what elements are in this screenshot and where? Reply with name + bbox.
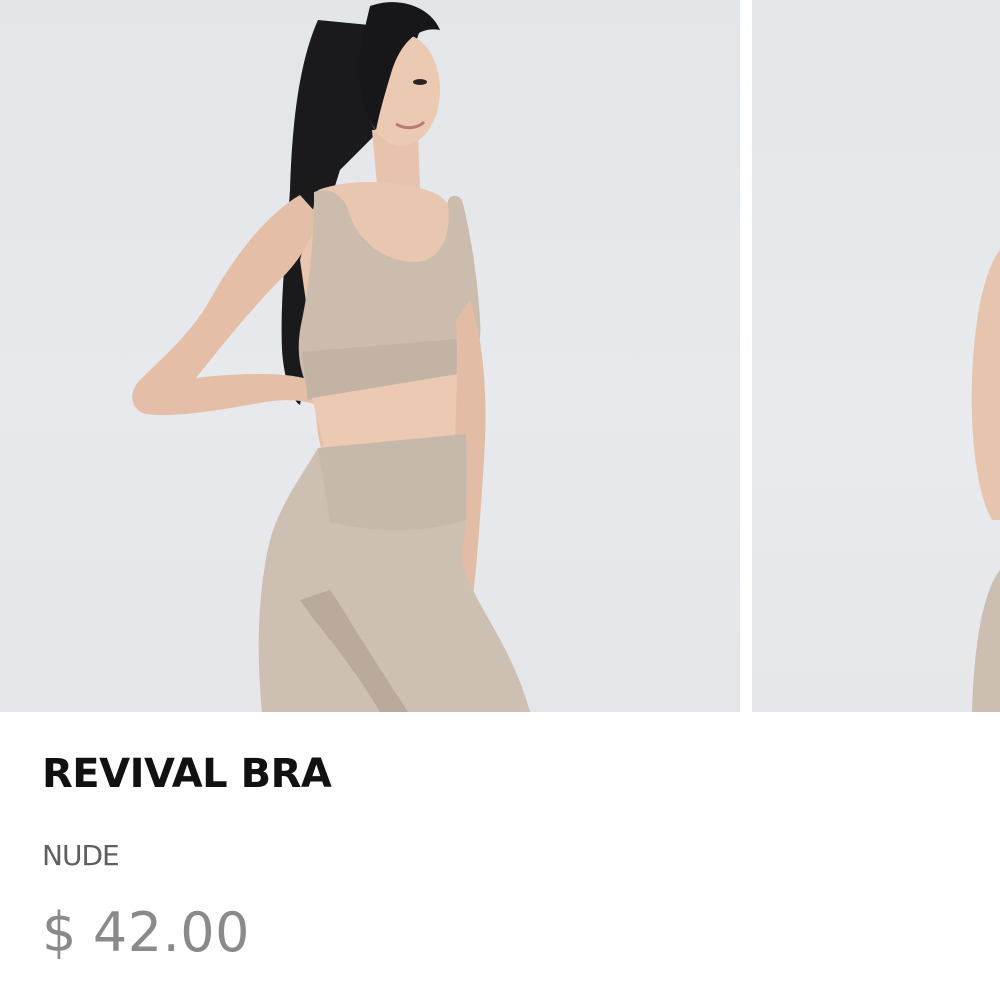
image-carousel[interactable]	[0, 0, 1000, 712]
model-photo-next-illustration	[971, 250, 1000, 712]
product-info: REVIVAL BRA NUDE $42.00	[0, 712, 1000, 1000]
product-image-main[interactable]	[0, 0, 740, 712]
product-color-label: NUDE	[42, 839, 120, 872]
product-image-next[interactable]	[752, 0, 1000, 712]
price-amount: 42.00	[92, 901, 250, 964]
product-card: REVIVAL BRA NUDE $42.00	[0, 0, 1000, 1000]
product-title[interactable]: REVIVAL BRA	[42, 754, 332, 794]
product-price: $42.00	[42, 906, 250, 960]
model-photo-illustration	[132, 2, 530, 712]
price-currency: $	[42, 901, 77, 964]
